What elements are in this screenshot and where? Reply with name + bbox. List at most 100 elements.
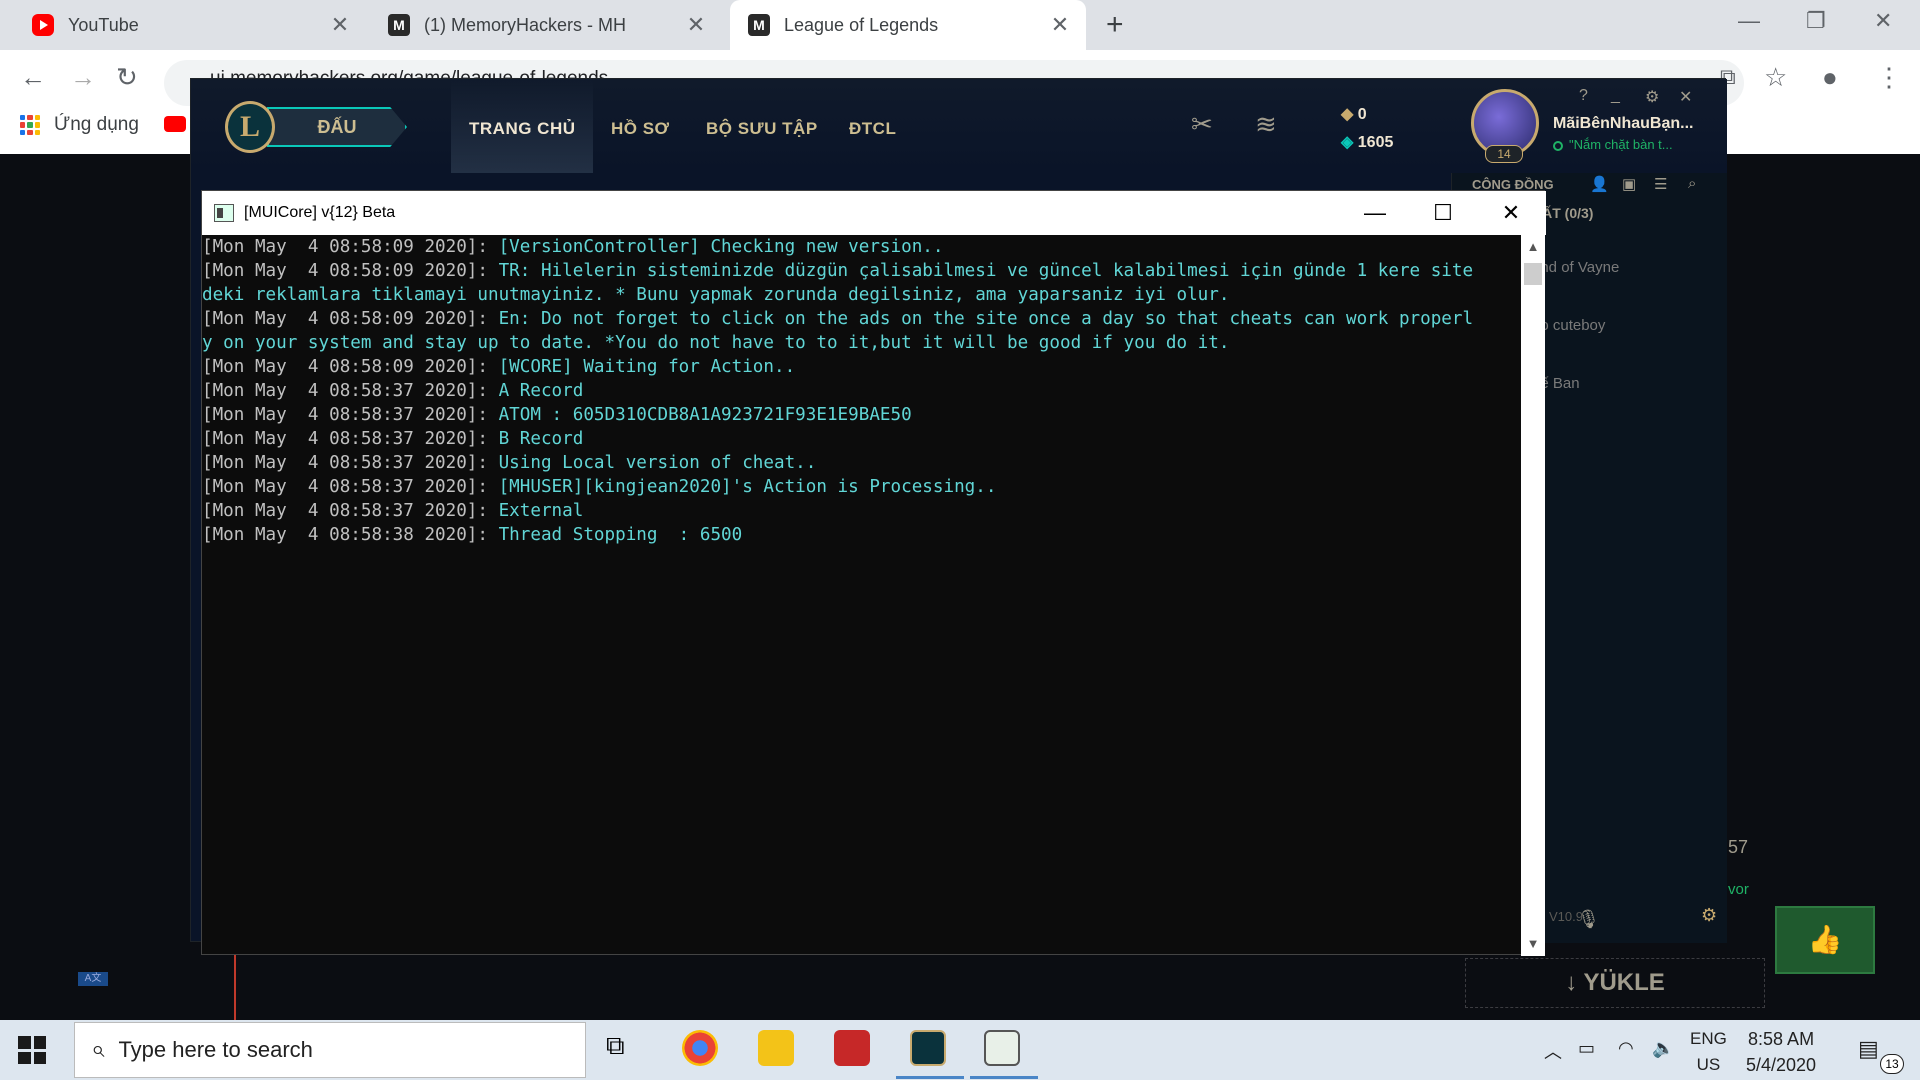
scroll-up-icon[interactable]: ▲	[1521, 235, 1545, 259]
taskbar-search[interactable]: ⌕ Type here to search	[74, 1022, 586, 1078]
profile-icon[interactable]: ●	[1822, 62, 1838, 93]
file-explorer-icon[interactable]	[758, 1030, 794, 1066]
garena-icon[interactable]	[834, 1030, 870, 1066]
scroll-thumb[interactable]	[1524, 263, 1542, 285]
memoryhackers-icon: M	[388, 14, 410, 36]
maximize-icon[interactable]: ☐	[1408, 191, 1478, 235]
bookmark-star-icon[interactable]: ☆	[1764, 62, 1787, 93]
translate-badge-icon: A文	[78, 972, 108, 986]
bug-report-icon[interactable]: ⚙	[1701, 905, 1717, 926]
back-icon[interactable]: ←	[20, 62, 46, 93]
youtube-icon	[32, 14, 54, 36]
blue-essence: ◆ 0	[1341, 101, 1393, 129]
settings-icon[interactable]: ⚙	[1645, 87, 1659, 107]
task-view-icon[interactable]: ⧉	[606, 1030, 642, 1066]
console-message: y on your system and stay up to date. *Y…	[202, 333, 1230, 353]
thumbs-up-icon[interactable]: 👍	[1775, 906, 1875, 974]
console-line: [Mon May 4 08:58:38 2020]: Thread Stoppi…	[202, 523, 1521, 547]
console-taskbar-icon[interactable]	[970, 1030, 1038, 1079]
league-logo-icon: L	[225, 101, 275, 153]
online-status-icon	[1553, 140, 1563, 151]
notification-icon[interactable]: ▤	[1858, 1036, 1879, 1062]
console-timestamp: [Mon May 4 08:58:09 2020]:	[202, 309, 499, 329]
console-title-bar[interactable]: [MUICore] v{12} Beta — ☐ ✕	[202, 191, 1546, 235]
nav-profile[interactable]: HỒ SƠ	[611, 119, 670, 139]
tab-title: League of Legends	[784, 14, 939, 35]
add-folder-icon[interactable]: ▣	[1622, 175, 1636, 193]
client-version: V10.9	[1549, 909, 1583, 924]
console-line: [Mon May 4 08:58:09 2020]: [VersionContr…	[202, 235, 1521, 259]
menu-icon[interactable]: ⋮	[1876, 62, 1902, 93]
taskbar: ⌕ Type here to search ⧉ ︿ ▭ ◠ 🔈 ENG US 8…	[0, 1020, 1920, 1080]
console-line: [Mon May 4 08:58:37 2020]: Using Local v…	[202, 451, 1521, 475]
league-taskbar-icon[interactable]	[896, 1030, 964, 1079]
console-timestamp: [Mon May 4 08:58:37 2020]:	[202, 429, 499, 449]
close-icon[interactable]: ✕	[684, 12, 708, 38]
search-icon[interactable]: ⌕	[1688, 175, 1696, 192]
battery-icon[interactable]: ▭	[1578, 1038, 1595, 1059]
summoner-name[interactable]: MãiBênNhauBạn...	[1553, 115, 1693, 133]
minimize-icon[interactable]: —	[1340, 191, 1410, 235]
minimize-icon[interactable]: _	[1611, 87, 1620, 105]
currency-display: ◆ 0 ◈ 1605	[1341, 101, 1393, 157]
reload-icon[interactable]: ↻	[116, 62, 138, 93]
scroll-down-icon[interactable]: ▼	[1521, 932, 1545, 956]
console-message: deki reklamlara tiklamayi unutmayiniz. *…	[202, 285, 1230, 305]
league-nav-bar: ĐẤU L TRANG CHỦ HỒ SƠ BỘ SƯU TẬP ĐTCL ✂ …	[191, 79, 1727, 173]
new-tab-icon[interactable]: +	[1106, 8, 1124, 42]
close-icon[interactable]: ✕	[1476, 191, 1546, 235]
tab-title: (1) MemoryHackers - MH	[424, 14, 627, 35]
forward-icon[interactable]: →	[70, 62, 96, 93]
crafting-icon[interactable]: ✂	[1191, 109, 1213, 140]
memoryhackers-icon: M	[748, 14, 770, 36]
nav-home[interactable]: TRANG CHỦ	[469, 119, 576, 139]
tab-memoryhackers[interactable]: M (1) MemoryHackers - MH ✕	[370, 0, 722, 50]
close-icon[interactable]: ✕	[1048, 12, 1072, 38]
play-button[interactable]: ĐẤU	[267, 107, 407, 147]
console-timestamp: [Mon May 4 08:58:09 2020]:	[202, 261, 499, 281]
youtube-bookmark-icon[interactable]	[164, 116, 186, 132]
summoner-status[interactable]: "Nắm chặt bàn t...	[1553, 137, 1673, 152]
apps-grid-icon	[20, 115, 40, 135]
notification-count: 13	[1880, 1054, 1904, 1074]
volume-icon[interactable]: 🔈	[1652, 1038, 1674, 1059]
tab-youtube[interactable]: YouTube ✕	[14, 0, 366, 50]
minimize-icon[interactable]: —	[1738, 8, 1760, 34]
console-scrollbar[interactable]: ▲ ▼	[1521, 235, 1545, 956]
wifi-icon[interactable]: ◠	[1618, 1038, 1634, 1059]
divider	[234, 955, 236, 1020]
console-timestamp: [Mon May 4 08:58:37 2020]:	[202, 501, 499, 521]
tab-league-of-legends[interactable]: M League of Legends ✕	[730, 0, 1086, 50]
nav-collection[interactable]: BỘ SƯU TẬP	[706, 119, 818, 139]
close-icon[interactable]: ✕	[1679, 87, 1692, 107]
console-line: [Mon May 4 08:58:09 2020]: En: Do not fo…	[202, 307, 1521, 331]
console-line: [Mon May 4 08:58:37 2020]: [MHUSER][king…	[202, 475, 1521, 499]
misc-number: 57	[1728, 837, 1749, 857]
language-indicator[interactable]: ENG US	[1690, 1026, 1727, 1078]
riot-points-icon: ◈	[1341, 134, 1354, 151]
blue-essence-value: 0	[1357, 106, 1367, 123]
friend-entry[interactable]: end of Vayne	[1532, 259, 1619, 276]
close-icon[interactable]: ✕	[328, 12, 352, 38]
console-message: TR: Hilelerin sisteminizde düzgün çalisa…	[498, 261, 1474, 281]
add-friend-icon[interactable]: 👤	[1590, 175, 1609, 193]
chrome-icon[interactable]	[682, 1030, 718, 1066]
taskbar-clock[interactable]: 8:58 AM 5/4/2020	[1746, 1026, 1816, 1078]
riot-points: ◈ 1605	[1341, 129, 1393, 157]
list-icon[interactable]: ☰	[1654, 175, 1667, 193]
restore-icon[interactable]: ❐	[1806, 8, 1826, 34]
console-line: [Mon May 4 08:58:37 2020]: External	[202, 499, 1521, 523]
nav-tft[interactable]: ĐTCL	[849, 119, 896, 139]
console-message: B Record	[498, 429, 584, 449]
bookmark-apps[interactable]: Ứng dụng	[20, 114, 139, 136]
help-icon[interactable]: ?	[1579, 87, 1588, 105]
windows-start-icon[interactable]	[18, 1036, 46, 1064]
console-timestamp: [Mon May 4 08:58:38 2020]:	[202, 525, 499, 545]
riot-points-value: 1605	[1357, 134, 1394, 151]
store-icon[interactable]: ≋	[1255, 109, 1277, 140]
download-button[interactable]: ↓ YÜKLE	[1465, 958, 1765, 1008]
tray-chevron-icon[interactable]: ︿	[1544, 1038, 1562, 1064]
console-message: [VersionController] Checking new version…	[498, 237, 944, 257]
close-window-icon[interactable]: ✕	[1874, 8, 1892, 34]
console-line: [Mon May 4 08:58:37 2020]: ATOM : 605D31…	[202, 403, 1521, 427]
